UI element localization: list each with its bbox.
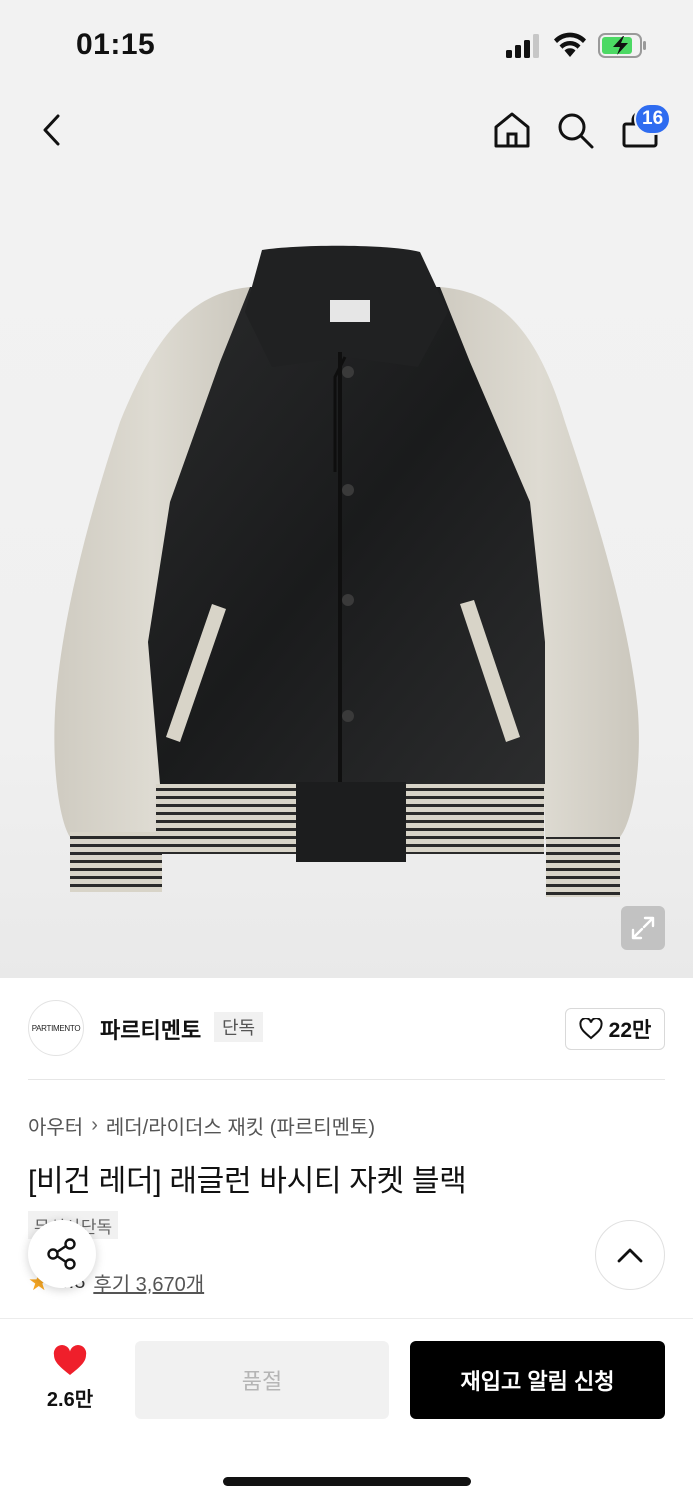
chevron-up-icon bbox=[617, 1248, 643, 1263]
home-indicator bbox=[223, 1477, 471, 1486]
bottom-action-bar: 2.6만 품절 재입고 알림 신청 bbox=[0, 1318, 693, 1500]
battery-charging-icon bbox=[598, 33, 646, 58]
share-icon bbox=[47, 1238, 76, 1270]
soldout-button: 품절 bbox=[135, 1341, 389, 1419]
product-image[interactable] bbox=[0, 172, 693, 978]
expand-icon bbox=[631, 916, 655, 940]
cellular-signal-icon bbox=[506, 34, 539, 58]
wishlist-button[interactable]: 2.6만 bbox=[30, 1345, 110, 1415]
brand-row: PARTIMENTO 파르티멘토 단독 22만 bbox=[28, 1000, 665, 1056]
breadcrumb-subcategory[interactable]: 레더/라이더스 재킷 (파르티멘토) bbox=[106, 1111, 375, 1140]
share-button[interactable] bbox=[28, 1220, 96, 1288]
varsity-jacket-image bbox=[54, 245, 639, 897]
home-icon bbox=[494, 112, 530, 148]
brand-logo[interactable]: PARTIMENTO bbox=[28, 1000, 84, 1056]
wifi-icon bbox=[554, 32, 586, 57]
heart-outline-icon bbox=[579, 1018, 603, 1040]
review-count-link[interactable]: 후기 3,670개 bbox=[93, 1268, 204, 1297]
breadcrumb: 아우터 › 레더/라이더스 재킷 (파르티멘토) bbox=[28, 1111, 375, 1140]
cart-count-badge: 16 bbox=[634, 103, 672, 135]
product-title: [비건 레더] 래글런 바시티 자켓 블랙 bbox=[28, 1165, 467, 1198]
brand-like-count: 22만 bbox=[608, 1019, 652, 1042]
status-bar: 01:15 bbox=[0, 0, 693, 92]
brand-exclusive-tag: 단독 bbox=[214, 1012, 264, 1042]
wishlist-count: 2.6만 bbox=[46, 1389, 94, 1411]
status-time: 01:15 bbox=[76, 28, 156, 61]
chevron-right-icon: › bbox=[91, 1114, 98, 1136]
search-icon bbox=[558, 113, 594, 149]
expand-image-button[interactable] bbox=[621, 906, 665, 950]
chevron-left-icon bbox=[43, 114, 60, 146]
heart-filled-icon bbox=[53, 1345, 87, 1375]
brand-name[interactable]: 파르티멘토 bbox=[100, 1013, 201, 1045]
home-button[interactable] bbox=[490, 108, 534, 152]
back-button[interactable] bbox=[34, 108, 70, 152]
restock-alert-button[interactable]: 재입고 알림 신청 bbox=[410, 1341, 665, 1419]
brand-like-button[interactable]: 22만 bbox=[565, 1008, 665, 1050]
scroll-top-button[interactable] bbox=[595, 1220, 665, 1290]
divider bbox=[28, 1079, 665, 1080]
top-navigation bbox=[0, 92, 693, 172]
search-button[interactable] bbox=[553, 108, 597, 152]
breadcrumb-category[interactable]: 아우터 bbox=[28, 1111, 83, 1140]
